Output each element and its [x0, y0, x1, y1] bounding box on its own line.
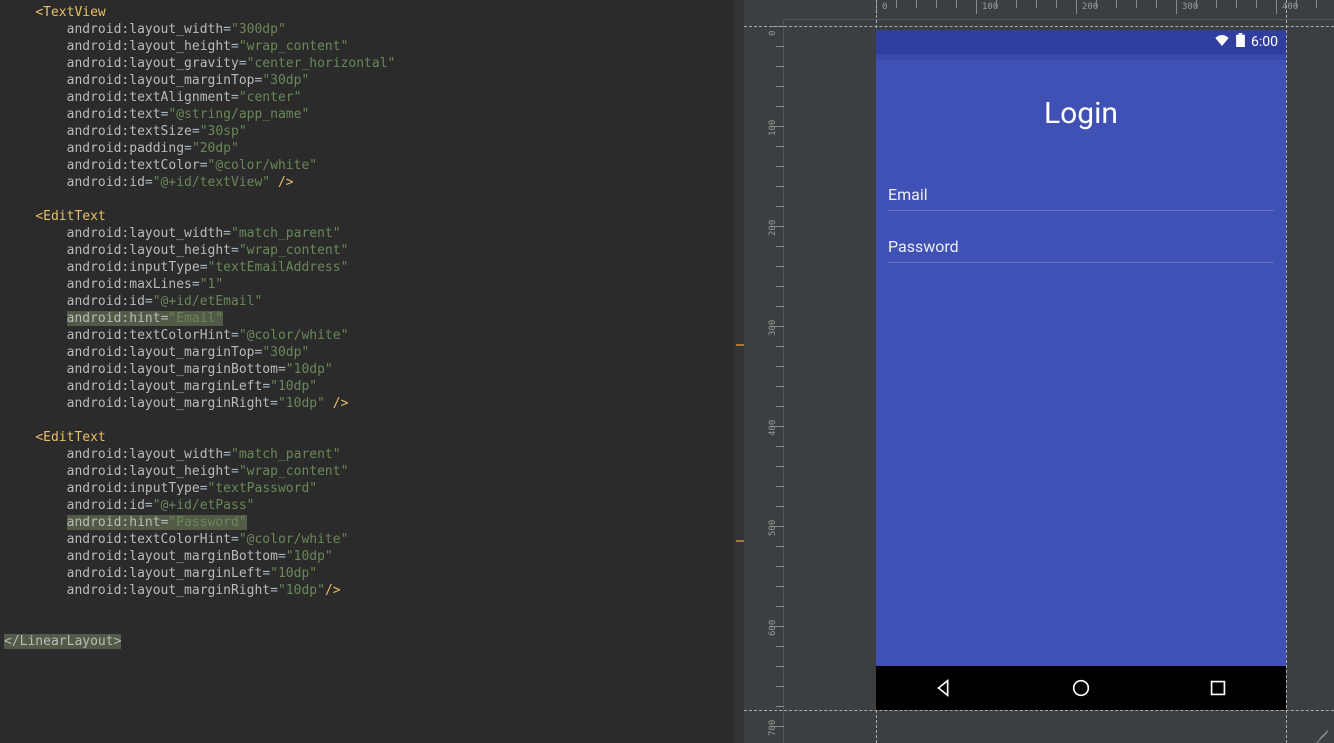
- ruler-vertical: 0100200300400500600700800: [766, 20, 784, 743]
- code-line[interactable]: android:layout_height="wrap_content": [4, 463, 744, 480]
- ruler-horizontal: 0100200300400500: [784, 0, 1334, 20]
- code-line[interactable]: android:layout_marginLeft="10dp": [4, 565, 744, 582]
- code-line[interactable]: android:layout_marginTop="30dp": [4, 72, 744, 89]
- login-title: Login: [1044, 96, 1118, 131]
- change-marker: [736, 540, 744, 542]
- code-line[interactable]: android:textAlignment="center": [4, 89, 744, 106]
- code-line[interactable]: </LinearLayout>: [4, 633, 744, 650]
- guide-line: [744, 26, 1334, 27]
- code-line[interactable]: android:textColorHint="@color/white": [4, 327, 744, 344]
- code-line[interactable]: android:layout_width="300dp": [4, 21, 744, 38]
- nav-back-icon[interactable]: [933, 677, 955, 699]
- code-line[interactable]: android:layout_height="wrap_content": [4, 242, 744, 259]
- resize-handle-icon[interactable]: [1314, 723, 1330, 739]
- code-line[interactable]: <EditText: [4, 208, 744, 225]
- code-line[interactable]: android:hint="Password": [4, 514, 744, 531]
- code-line[interactable]: android:textSize="30sp": [4, 123, 744, 140]
- change-marker: [736, 344, 744, 346]
- code-editor[interactable]: <TextView android:layout_width="300dp" a…: [0, 0, 744, 743]
- app-body: Login Email Password: [876, 60, 1286, 666]
- code-line[interactable]: android:layout_width="match_parent": [4, 225, 744, 242]
- email-field[interactable]: Email: [888, 179, 1274, 211]
- code-line[interactable]: [4, 191, 744, 208]
- preview-canvas[interactable]: 6:00 Login Email Password: [784, 20, 1334, 743]
- code-line[interactable]: android:layout_height="wrap_content": [4, 38, 744, 55]
- device-frame: 6:00 Login Email Password: [876, 30, 1286, 710]
- code-line[interactable]: android:maxLines="1": [4, 276, 744, 293]
- code-line[interactable]: android:textColorHint="@color/white": [4, 531, 744, 548]
- navigation-bar: [876, 666, 1286, 710]
- code-line[interactable]: android:id="@+id/etEmail": [4, 293, 744, 310]
- code-line[interactable]: <TextView: [4, 4, 744, 21]
- code-line[interactable]: android:layout_marginBottom="10dp": [4, 361, 744, 378]
- code-line[interactable]: android:padding="20dp": [4, 140, 744, 157]
- code-line[interactable]: android:layout_width="match_parent": [4, 446, 744, 463]
- guide-line: [744, 710, 1334, 711]
- nav-recent-icon[interactable]: [1207, 677, 1229, 699]
- editor-error-stripe: [734, 0, 744, 743]
- guide-line: [1286, 0, 1287, 743]
- code-line[interactable]: android:layout_marginRight="10dp"/>: [4, 582, 744, 599]
- code-line[interactable]: android:layout_gravity="center_horizonta…: [4, 55, 744, 72]
- code-line[interactable]: android:inputType="textPassword": [4, 480, 744, 497]
- code-line[interactable]: android:id="@+id/textView" />: [4, 174, 744, 191]
- layout-preview-pane[interactable]: 0100200300400500 01002003004005006007008…: [744, 0, 1334, 743]
- code-line[interactable]: [4, 616, 744, 633]
- code-line[interactable]: <EditText: [4, 429, 744, 446]
- status-bar-clock: 6:00: [1251, 34, 1278, 50]
- code-line[interactable]: android:layout_marginRight="10dp" />: [4, 395, 744, 412]
- code-line[interactable]: android:layout_marginBottom="10dp": [4, 548, 744, 565]
- nav-home-icon[interactable]: [1070, 677, 1092, 699]
- code-line[interactable]: [4, 599, 744, 616]
- code-line[interactable]: android:layout_marginTop="30dp": [4, 344, 744, 361]
- code-line[interactable]: android:id="@+id/etPass": [4, 497, 744, 514]
- status-bar: 6:00: [876, 30, 1286, 54]
- code-line[interactable]: android:inputType="textEmailAddress": [4, 259, 744, 276]
- battery-icon: [1236, 33, 1245, 51]
- wifi-icon: [1214, 34, 1230, 50]
- code-line[interactable]: android:text="@string/app_name": [4, 106, 744, 123]
- password-field[interactable]: Password: [888, 231, 1274, 263]
- code-line[interactable]: android:textColor="@color/white": [4, 157, 744, 174]
- code-line[interactable]: [4, 412, 744, 429]
- code-line[interactable]: android:hint="Email": [4, 310, 744, 327]
- code-line[interactable]: android:layout_marginLeft="10dp": [4, 378, 744, 395]
